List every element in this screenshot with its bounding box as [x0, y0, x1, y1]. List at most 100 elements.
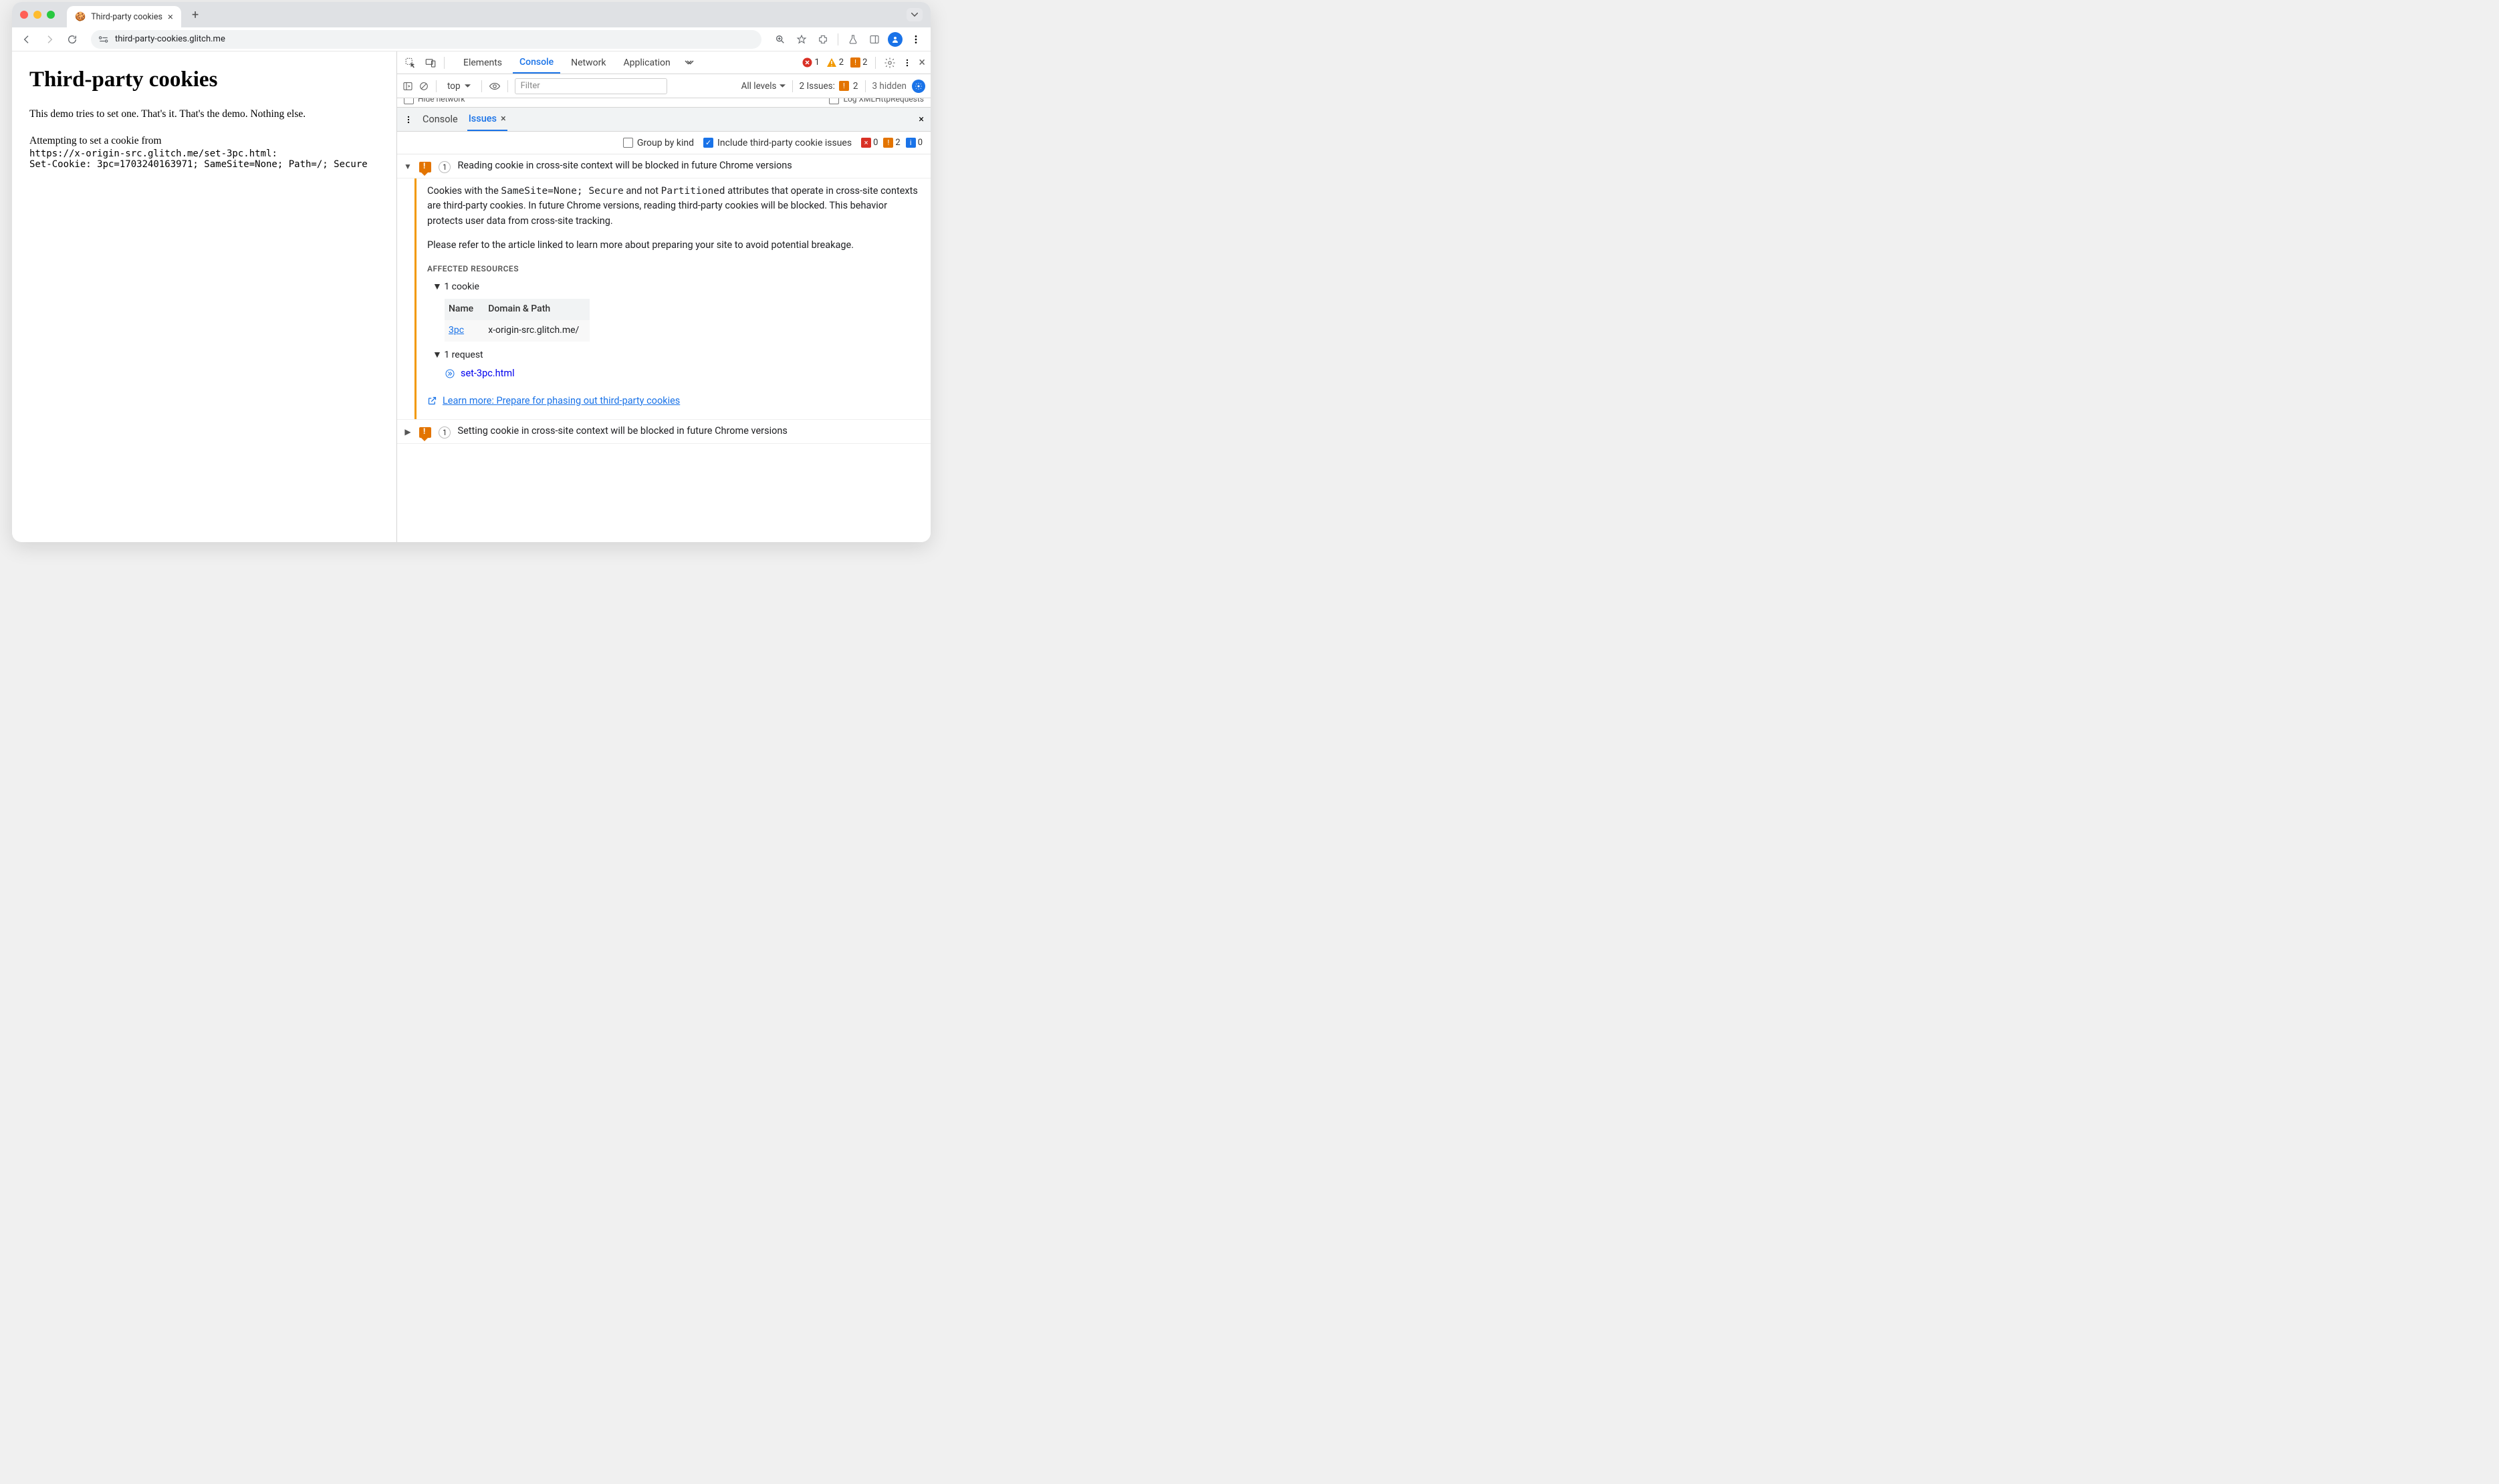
toggle-cookies-icon[interactable]: ▼ [433, 281, 444, 292]
error-count-badge[interactable]: 1 [802, 57, 819, 68]
separator [436, 80, 437, 92]
device-toolbar-icon[interactable] [423, 55, 439, 71]
filter-input[interactable]: Filter [515, 78, 667, 94]
settings-gear-icon[interactable] [884, 57, 896, 69]
filter-warnings-badge[interactable]: !2 [883, 138, 900, 148]
zoom-icon[interactable] [772, 31, 788, 47]
cookie-name-link[interactable]: 3pc [449, 325, 464, 336]
log-levels-selector[interactable]: All levels [741, 81, 786, 92]
console-toolbar: top Filter All levels 2 Issue [397, 74, 931, 98]
cookie-domain: x-origin-src.glitch.me/ [484, 320, 590, 342]
tab-application[interactable]: Application [616, 51, 677, 74]
request-count: 1 request [444, 350, 483, 360]
drawer-tab-issues[interactable]: Issues × [467, 108, 507, 131]
col-domain: Domain & Path [484, 299, 590, 320]
group-by-kind-checkbox[interactable]: Group by kind [623, 138, 694, 148]
drawer-tab-console[interactable]: Console [421, 108, 459, 131]
separator [444, 57, 445, 69]
forward-button[interactable] [41, 31, 57, 47]
tab-close-icon[interactable]: × [168, 11, 173, 23]
side-panel-icon[interactable] [866, 31, 882, 47]
issue-count-badge: 1 [439, 426, 451, 439]
cookie-count: 1 cookie [444, 281, 479, 292]
warning-count-badge[interactable]: 2 [826, 57, 844, 68]
toggle-sidebar-icon[interactable] [402, 81, 413, 92]
attempt-line: Attempting to set a cookie from [29, 135, 379, 147]
console-settings-gear-icon[interactable] [912, 80, 925, 93]
toggle-requests-icon[interactable]: ▼ [433, 350, 444, 360]
hidden-count[interactable]: 3 hidden [872, 81, 907, 92]
separator [875, 57, 876, 69]
address-url: third-party-cookies.glitch.me [115, 34, 225, 44]
inspect-element-icon[interactable] [402, 55, 419, 71]
browser-window: 🍪 Third-party cookies × + third-party-co… [12, 2, 931, 542]
more-tabs-icon[interactable] [681, 55, 697, 71]
tab-console[interactable]: Console [513, 51, 560, 74]
filter-errors-badge[interactable]: ×0 [861, 138, 878, 148]
issues-link[interactable]: 2 Issues: ! 2 [800, 81, 858, 92]
source-url: https://x-origin-src.glitch.me/set-3pc.h… [29, 148, 379, 159]
drawer-menu-icon[interactable] [404, 114, 413, 126]
page-description: This demo tries to set one. That's it. T… [29, 108, 379, 120]
page-title: Third-party cookies [29, 68, 379, 92]
close-devtools-icon[interactable]: × [919, 55, 925, 70]
drawer-tab-close-icon[interactable]: × [501, 113, 506, 124]
issue-item: ▼ 1 Reading cookie in cross-site context… [397, 154, 931, 419]
extensions-icon[interactable] [815, 31, 831, 47]
separator [792, 80, 793, 92]
devtools-panel: Elements Console Network Application 1 2 [397, 51, 931, 542]
tab-elements[interactable]: Elements [457, 51, 509, 74]
chrome-menu-icon[interactable] [908, 31, 924, 47]
close-window-button[interactable] [20, 11, 28, 19]
hide-network-checkbox[interactable] [404, 98, 414, 104]
issue-item: ▶ 1 Setting cookie in cross-site context… [397, 419, 931, 444]
toggle-issue-icon[interactable]: ▼ [404, 162, 412, 171]
issues-filter-bar: Group by kind ✓Include third-party cooki… [397, 132, 931, 154]
labs-icon[interactable] [845, 31, 861, 47]
new-tab-button[interactable]: + [187, 8, 204, 22]
external-link-icon [427, 396, 437, 406]
minimize-window-button[interactable] [33, 11, 41, 19]
include-thirdparty-checkbox[interactable]: ✓Include third-party cookie issues [703, 138, 852, 148]
separator [507, 80, 508, 92]
console-settings-row: Hide network Log XMLHttpRequests [397, 98, 931, 108]
cookie-table: Name Domain & Path 3pc x-origin-src.glit… [445, 299, 590, 341]
maximize-window-button[interactable] [47, 11, 55, 19]
clear-console-icon[interactable] [419, 81, 429, 92]
col-name: Name [445, 299, 484, 320]
filter-info-badge[interactable]: i0 [906, 138, 923, 148]
issue-warning-icon [419, 160, 432, 174]
table-row: 3pc x-origin-src.glitch.me/ [445, 320, 590, 342]
tabs-dropdown-button[interactable] [907, 8, 923, 21]
issue-count-badge: 1 [439, 161, 451, 173]
issue-title: Reading cookie in cross-site context wil… [457, 160, 792, 171]
close-drawer-icon[interactable]: × [919, 114, 924, 125]
address-input[interactable]: third-party-cookies.glitch.me [91, 30, 761, 49]
request-icon [445, 368, 455, 379]
bookmark-star-icon[interactable] [794, 31, 810, 47]
tab-favicon-icon: 🍪 [75, 12, 86, 22]
browser-tab[interactable]: 🍪 Third-party cookies × [67, 6, 181, 27]
titlebar: 🍪 Third-party cookies × + [12, 2, 931, 27]
drawer-header: Console Issues × × [397, 108, 931, 132]
address-bar: third-party-cookies.glitch.me [12, 27, 931, 51]
profile-avatar[interactable] [888, 32, 903, 47]
separator [865, 80, 866, 92]
learn-more-link[interactable]: Learn more: Prepare for phasing out thir… [427, 394, 920, 408]
content-area: Third-party cookies This demo tries to s… [12, 51, 931, 542]
issues-count-badge[interactable]: !2 [850, 57, 867, 68]
reload-button[interactable] [64, 31, 80, 47]
request-link[interactable]: set-3pc.html [461, 366, 515, 381]
window-controls [20, 11, 55, 19]
live-expression-icon[interactable] [489, 82, 501, 90]
toggle-issue-icon[interactable]: ▶ [404, 427, 412, 437]
log-xhr-checkbox[interactable] [829, 98, 839, 104]
tab-network[interactable]: Network [564, 51, 612, 74]
issues-list: ▼ 1 Reading cookie in cross-site context… [397, 154, 931, 542]
devtools-menu-icon[interactable] [903, 57, 912, 69]
devtools-toolbar: Elements Console Network Application 1 2 [397, 51, 931, 74]
issue-title: Setting cookie in cross-site context wil… [457, 425, 787, 437]
site-settings-icon[interactable] [98, 35, 110, 44]
context-selector[interactable]: top [443, 80, 475, 93]
back-button[interactable] [19, 31, 35, 47]
